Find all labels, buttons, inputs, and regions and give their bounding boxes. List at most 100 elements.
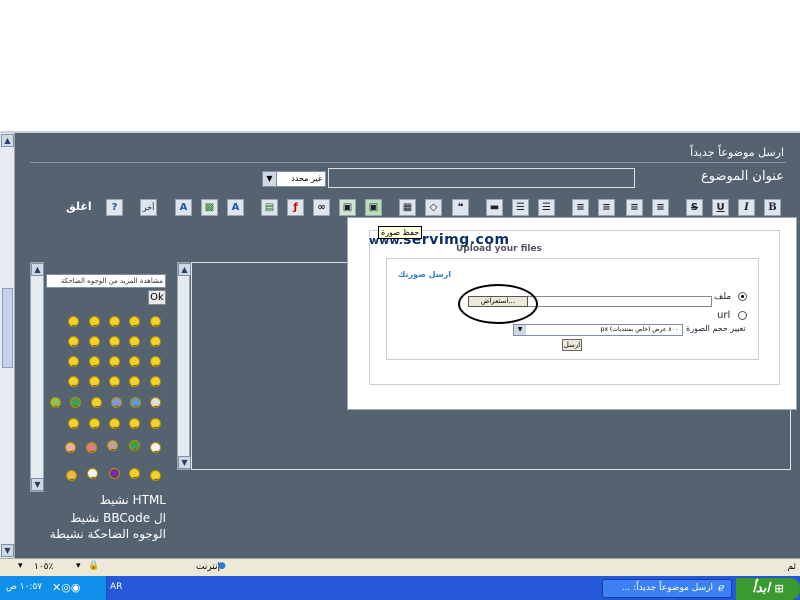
url-radio[interactable]: [738, 311, 747, 320]
chevron-down-icon[interactable]: ▼: [263, 172, 277, 186]
numbered-list-icon[interactable]: ☰: [512, 199, 529, 216]
chevron-down-icon[interactable]: ▼: [514, 325, 526, 335]
code-icon[interactable]: ◇: [425, 199, 442, 216]
smiley-icon[interactable]: [66, 470, 77, 481]
table-icon[interactable]: ▦: [399, 199, 416, 216]
smiley-icon[interactable]: [129, 418, 140, 429]
smiley-icon[interactable]: [89, 336, 100, 347]
bold-button[interactable]: B: [764, 199, 781, 216]
smiley-icon[interactable]: [150, 356, 161, 367]
video-icon[interactable]: ▤: [261, 199, 278, 216]
flash-icon[interactable]: ƒ: [287, 199, 304, 216]
smiley-icon[interactable]: [129, 316, 140, 327]
list-icon[interactable]: ☰: [538, 199, 555, 216]
horizontal-rule-icon[interactable]: ▬: [486, 199, 503, 216]
smiley-icon[interactable]: [68, 316, 79, 327]
windows-logo-icon: ⊞: [774, 582, 784, 595]
smiley-icon[interactable]: [89, 356, 100, 367]
smilies-scrollbar[interactable]: ▲ ▼: [30, 262, 44, 492]
zoom-menu-icon[interactable]: ▾: [76, 561, 81, 571]
smiley-icon[interactable]: [68, 376, 79, 387]
smiley-icon[interactable]: [68, 418, 79, 429]
smiley-icon[interactable]: [111, 397, 122, 408]
strike-button[interactable]: S: [686, 199, 703, 216]
smiley-icon[interactable]: [109, 316, 120, 327]
smiley-icon[interactable]: [130, 397, 141, 408]
quote-icon[interactable]: ❝: [452, 199, 469, 216]
link-icon[interactable]: ∞: [313, 199, 330, 216]
close-tags-button[interactable]: اغلق: [66, 200, 92, 213]
smiley-icon[interactable]: [89, 316, 100, 327]
smiley-icon[interactable]: [150, 418, 161, 429]
smiley-icon[interactable]: [109, 376, 120, 387]
smiley-icon[interactable]: [86, 442, 97, 453]
align-right-icon[interactable]: ≡: [598, 199, 615, 216]
scroll-down-arrow-icon[interactable]: ▼: [31, 478, 44, 491]
smiley-icon[interactable]: [89, 376, 100, 387]
save-image-tooltip: حفظ صورة: [378, 226, 423, 239]
smiley-icon[interactable]: [91, 397, 102, 408]
smiley-icon[interactable]: [129, 336, 140, 347]
scroll-down-arrow-icon[interactable]: ▼: [1, 544, 14, 557]
smiley-icon[interactable]: [109, 336, 120, 347]
smiley-icon[interactable]: [87, 468, 98, 479]
align-center-icon[interactable]: ≡: [626, 199, 643, 216]
smiley-icon[interactable]: [129, 440, 140, 451]
zoom-dropdown-icon[interactable]: ▾: [18, 561, 23, 571]
language-indicator[interactable]: AR: [110, 582, 122, 592]
subject-type-select[interactable]: ▼ غير محدد: [262, 171, 326, 187]
smiley-icon[interactable]: [109, 468, 120, 479]
editor-scrollbar[interactable]: ▲ ▼: [177, 262, 191, 470]
scroll-up-arrow-icon[interactable]: ▲: [1, 134, 14, 147]
help-icon[interactable]: ?: [106, 199, 123, 216]
smiley-icon[interactable]: [150, 376, 161, 387]
send-button[interactable]: ارسل: [562, 339, 582, 351]
smiley-icon[interactable]: [129, 356, 140, 367]
smiley-icon[interactable]: [50, 397, 61, 408]
smiley-icon[interactable]: [65, 442, 76, 453]
task-button-post-editor[interactable]: ارسل موضوعاً جديداً: ...: [602, 579, 732, 598]
smiley-icon[interactable]: [107, 440, 118, 451]
url-label: url: [717, 310, 731, 321]
smiley-icon[interactable]: [150, 442, 161, 453]
smilies-ok-button[interactable]: Ok: [148, 290, 166, 305]
underline-button[interactable]: U: [712, 199, 729, 216]
tray-icons[interactable]: ✕◎◉: [52, 581, 80, 594]
justify-icon[interactable]: ≡: [572, 199, 589, 216]
scroll-thumb[interactable]: [2, 288, 13, 368]
scroll-down-arrow-icon[interactable]: ▼: [178, 456, 191, 469]
smiley-icon[interactable]: [129, 468, 140, 479]
clock: ١٠:٥٧ ص: [6, 582, 43, 592]
smiley-icon[interactable]: [150, 470, 161, 481]
smiley-icon[interactable]: [89, 418, 100, 429]
smiley-icon[interactable]: [150, 316, 161, 327]
vertical-scrollbar[interactable]: ▲ ▼: [0, 133, 15, 558]
smiley-icon[interactable]: [70, 397, 81, 408]
align-left-icon[interactable]: ≡: [652, 199, 669, 216]
color-picker-icon[interactable]: ▩: [201, 199, 218, 216]
font-size-icon[interactable]: A: [227, 199, 244, 216]
scroll-up-arrow-icon[interactable]: ▲: [178, 263, 191, 276]
start-button[interactable]: ابدأ ⊞: [736, 578, 800, 600]
smiley-icon[interactable]: [68, 336, 79, 347]
zoom-level[interactable]: ١٠٥٪: [34, 562, 53, 572]
scroll-up-arrow-icon[interactable]: ▲: [31, 263, 44, 276]
smiley-icon[interactable]: [150, 397, 161, 408]
resize-select[interactable]: ▼ px ٨٠٠ عرض (خاص بمنتديات): [513, 324, 683, 336]
other-button[interactable]: أخر: [140, 199, 157, 216]
smiley-icon[interactable]: [68, 356, 79, 367]
image-upload-icon[interactable]: ▣: [365, 199, 382, 216]
resize-label: تغيير حجم الصورة: [686, 324, 746, 333]
font-icon[interactable]: A: [175, 199, 192, 216]
italic-button[interactable]: I: [738, 199, 755, 216]
bbcode-status: ال BBCode نشيط: [70, 511, 166, 525]
smiley-icon[interactable]: [109, 356, 120, 367]
subject-input[interactable]: [328, 168, 635, 188]
page-title: ارسل موضوعاً جديداً: [690, 146, 784, 159]
smiley-icon[interactable]: [109, 418, 120, 429]
smiley-icon[interactable]: [129, 376, 140, 387]
smiley-icon[interactable]: [150, 336, 161, 347]
image-icon[interactable]: ▣: [339, 199, 356, 216]
file-radio[interactable]: [738, 292, 747, 301]
more-smilies-select[interactable]: مشاهدة المزيد من الوجوه الضاحكة: [46, 274, 166, 288]
